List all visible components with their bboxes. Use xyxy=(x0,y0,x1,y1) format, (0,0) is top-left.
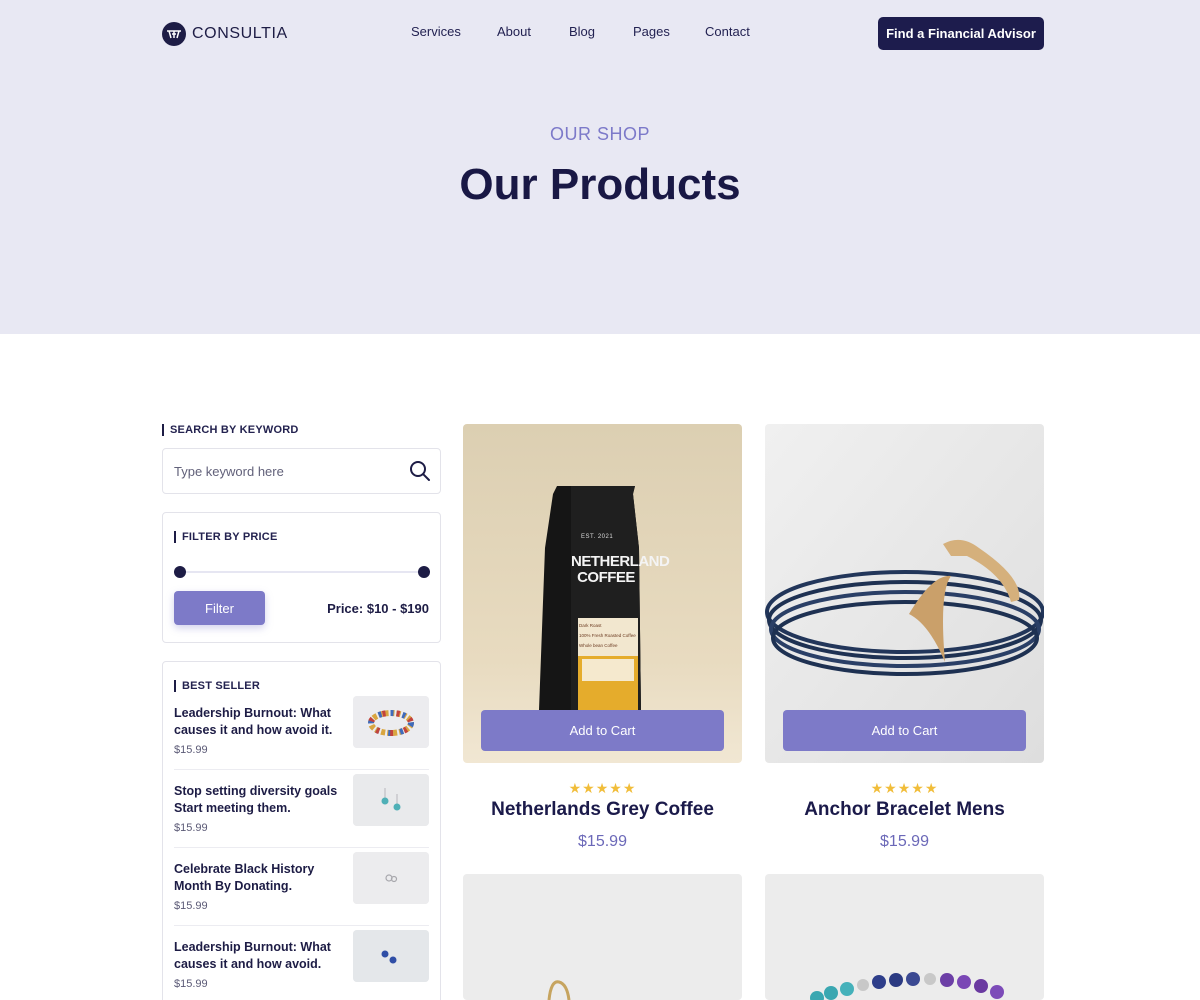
product-image[interactable] xyxy=(463,874,742,1000)
coffee-bag-label-line: Dark Roast xyxy=(579,623,602,628)
best-seller-price: $15.99 xyxy=(174,900,208,912)
star-rating: ★★★★★ xyxy=(568,780,637,796)
divider xyxy=(174,925,429,926)
search-input[interactable] xyxy=(174,449,394,493)
coffee-bag-est-label: EST. 2021 xyxy=(581,534,614,540)
product-price: $15.99 xyxy=(880,833,929,850)
hero-eyebrow: OUR SHOP xyxy=(549,124,650,144)
best-seller-label: BEST SELLER xyxy=(174,680,260,692)
best-seller-title[interactable]: Leadership Burnout: What causes it and h… xyxy=(174,939,344,973)
best-seller-item[interactable]: Leadership Burnout: What causes it and h… xyxy=(163,696,440,783)
product-name[interactable]: Netherlands Grey Coffee xyxy=(463,799,742,821)
best-seller-thumbnail[interactable] xyxy=(353,774,429,826)
best-seller-item[interactable]: Leadership Burnout: What causes it and h… xyxy=(163,930,440,1000)
product-image[interactable] xyxy=(765,874,1044,1000)
coffee-bag-label: Dark Roast 100% Fresh Roasted Coffee Who… xyxy=(579,621,637,651)
divider xyxy=(174,847,429,848)
best-seller-item[interactable]: Celebrate Black History Month By Donatin… xyxy=(163,852,440,939)
product-card xyxy=(463,874,742,1000)
price-filter-card: FILTER BY PRICE Filter Price: $10 - $190 xyxy=(162,512,441,643)
nav-link-services[interactable]: Services xyxy=(411,24,461,39)
brand-logo[interactable]: CONSULTIA xyxy=(162,21,288,47)
coffee-bag-label-line: Whole bean Coffee xyxy=(579,643,618,648)
best-seller-item[interactable]: Stop setting diversity goals Start meeti… xyxy=(163,774,440,861)
best-seller-price: $15.99 xyxy=(174,978,208,990)
coffee-bag-title: NETHERLAND COFFEE xyxy=(571,553,670,586)
best-seller-title[interactable]: Celebrate Black History Month By Donatin… xyxy=(174,861,344,895)
best-seller-price: $15.99 xyxy=(174,744,208,756)
nav-link-contact[interactable]: Contact xyxy=(705,24,750,39)
best-seller-thumbnail[interactable] xyxy=(353,930,429,982)
best-seller-thumbnail[interactable] xyxy=(353,852,429,904)
product-card xyxy=(765,874,1044,1000)
brand-name: CONSULTIA xyxy=(192,25,288,42)
coffee-bag-title-line: COFFEE xyxy=(577,569,635,586)
find-advisor-button[interactable]: Find a Financial Advisor xyxy=(878,17,1044,50)
add-to-cart-button[interactable]: Add to Cart xyxy=(783,710,1026,751)
add-to-cart-button[interactable]: Add to Cart xyxy=(481,710,724,751)
price-filter-label: FILTER BY PRICE xyxy=(174,531,278,543)
coffee-bag-title-line: NETHERLAND xyxy=(571,553,670,570)
search-label: SEARCH BY KEYWORD xyxy=(162,424,299,436)
search-icon[interactable] xyxy=(408,459,432,483)
filter-button[interactable]: Filter xyxy=(174,591,265,625)
star-rating: ★★★★★ xyxy=(870,780,939,796)
product-image[interactable]: EST. 2021 NETHERLAND COFFEE Dark Roast 1… xyxy=(463,424,742,763)
nav-link-about[interactable]: About xyxy=(497,24,531,39)
best-seller-title[interactable]: Leadership Burnout: What causes it and h… xyxy=(174,705,344,739)
coffee-bag-label-line: 100% Fresh Roasted Coffee xyxy=(579,633,636,638)
product-image[interactable]: Add to Cart xyxy=(765,424,1044,763)
best-seller-title[interactable]: Stop setting diversity goals Start meeti… xyxy=(174,783,344,817)
hero-section: CONSULTIA Services About Blog Pages Cont… xyxy=(0,0,1200,334)
price-slider-track[interactable] xyxy=(180,571,424,573)
price-range-text: Price: $10 - $190 xyxy=(327,601,429,616)
search-box xyxy=(162,448,441,494)
best-seller-thumbnail[interactable] xyxy=(353,696,429,748)
price-slider-min-handle[interactable] xyxy=(174,566,186,578)
logo-icon xyxy=(162,22,186,46)
page-title: Our Products xyxy=(459,160,741,209)
product-name[interactable]: Anchor Bracelet Mens xyxy=(765,799,1044,821)
price-slider-max-handle[interactable] xyxy=(418,566,430,578)
best-seller-price: $15.99 xyxy=(174,822,208,834)
product-price: $15.99 xyxy=(578,833,627,850)
best-seller-card: BEST SELLER Leadership Burnout: What cau… xyxy=(162,661,441,1000)
nav-link-blog[interactable]: Blog xyxy=(569,24,595,39)
divider xyxy=(174,769,429,770)
nav-link-pages[interactable]: Pages xyxy=(633,24,670,39)
